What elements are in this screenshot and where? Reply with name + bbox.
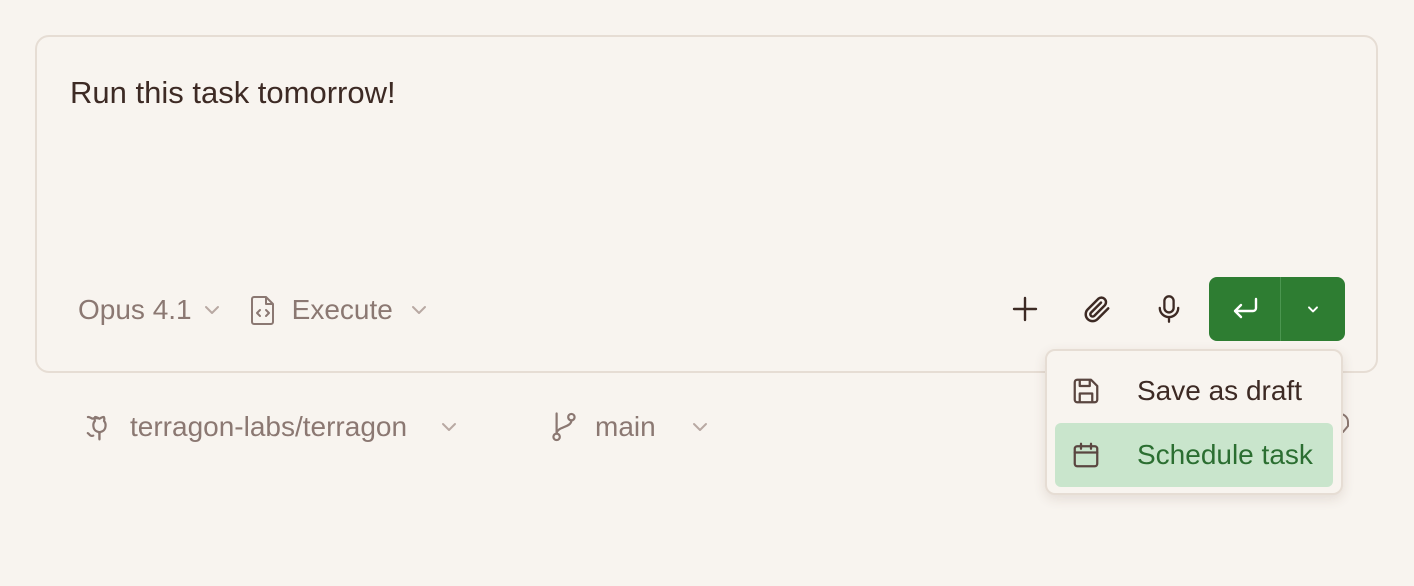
mode-selector[interactable]: Execute	[250, 294, 429, 326]
model-label: Opus 4.1	[78, 294, 192, 325]
send-button[interactable]	[1209, 277, 1281, 341]
repo-label: terragon-labs/terragon	[130, 411, 408, 442]
save-draft-label: Save as draft	[1137, 375, 1302, 406]
enter-icon	[1233, 297, 1257, 319]
branch-label: main	[595, 411, 656, 442]
send-button-group	[1209, 277, 1345, 341]
paperclip-icon	[1084, 296, 1110, 323]
chevron-down-icon	[442, 423, 457, 431]
save-icon	[1073, 378, 1099, 404]
calendar-icon	[1073, 442, 1099, 468]
add-button[interactable]	[1001, 285, 1049, 333]
github-icon	[86, 415, 107, 441]
schedule-task-item[interactable]: Schedule task	[1055, 423, 1333, 487]
save-draft-item[interactable]: Save as draft	[1055, 359, 1333, 423]
plus-icon	[1012, 296, 1038, 322]
git-branch-icon	[552, 412, 576, 442]
branch-selector[interactable]: main	[549, 406, 710, 448]
microphone-icon	[1158, 295, 1180, 323]
voice-button[interactable]	[1145, 285, 1193, 333]
chevron-down-icon	[1308, 306, 1318, 313]
chevron-down-icon	[692, 423, 707, 431]
prompt-input[interactable]: Run this task tomorrow!	[70, 75, 396, 111]
chevron-down-icon	[204, 306, 219, 314]
model-selector[interactable]: Opus 4.1	[78, 294, 222, 326]
send-options-menu: Save as draft Schedule task	[1045, 349, 1343, 495]
send-options-button[interactable]	[1281, 277, 1345, 341]
chevron-down-icon	[411, 306, 426, 314]
composer-toolbar: Opus 4.1 Execute	[78, 290, 429, 330]
file-code-icon	[250, 296, 274, 325]
mode-label: Execute	[291, 294, 393, 325]
repo-selector[interactable]: terragon-labs/terragon	[82, 406, 459, 448]
schedule-task-label: Schedule task	[1137, 439, 1313, 470]
attach-button[interactable]	[1073, 285, 1121, 333]
task-composer: Run this task tomorrow! Opus 4.1 Execute	[35, 35, 1378, 373]
